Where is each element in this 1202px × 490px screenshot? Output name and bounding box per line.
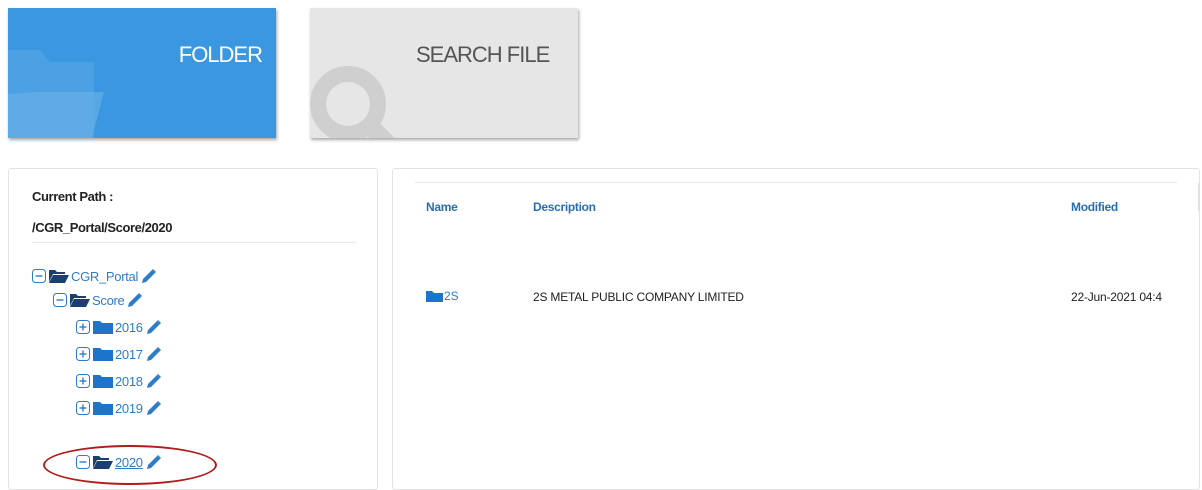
- row-modified: 22-Jun-2021 04:4: [1071, 290, 1162, 304]
- file-list-panel: Name Description Modified 2S 2S METAL PU…: [392, 168, 1200, 490]
- folder-icon: [93, 320, 113, 334]
- tree-node-label[interactable]: 2016: [115, 320, 143, 335]
- tree-node-label[interactable]: 2019: [115, 401, 143, 416]
- pencil-icon[interactable]: [146, 454, 162, 470]
- tree-node-2017: 2017: [76, 343, 162, 365]
- collapse-icon[interactable]: [53, 293, 67, 307]
- pencil-icon[interactable]: [141, 268, 157, 284]
- tree-node-cgr-portal: CGR_Portal: [32, 265, 157, 287]
- search-file-tab-button[interactable]: SEARCH FILE: [310, 8, 578, 138]
- collapse-icon[interactable]: [76, 455, 90, 469]
- path-divider: [32, 242, 355, 243]
- row-name-label: 2S: [444, 289, 459, 303]
- table-top-rule: [415, 182, 1177, 183]
- column-header-modified[interactable]: Modified: [1071, 200, 1118, 214]
- column-divider: [1198, 183, 1199, 211]
- folder-tab-label: FOLDER: [178, 42, 263, 67]
- folder-tab-button[interactable]: FOLDER: [8, 8, 276, 138]
- tree-node-2018: 2018: [76, 370, 162, 392]
- tree-node-2016: 2016: [76, 316, 162, 338]
- expand-icon[interactable]: [76, 374, 90, 388]
- current-path-value: /CGR_Portal/Score/2020: [32, 220, 173, 235]
- column-header-name[interactable]: Name: [426, 200, 458, 214]
- expand-icon[interactable]: [76, 347, 90, 361]
- folder-open-icon: [93, 455, 113, 469]
- tree-node-label[interactable]: CGR_Portal: [71, 269, 138, 284]
- expand-icon[interactable]: [76, 401, 90, 415]
- collapse-icon[interactable]: [32, 269, 46, 283]
- folder-icon: [426, 290, 443, 302]
- row-description: 2S METAL PUBLIC COMPANY LIMITED: [533, 290, 744, 304]
- search-file-tab-label: SEARCH FILE: [416, 42, 550, 67]
- magnifier-watermark-icon: [310, 66, 395, 138]
- pencil-icon[interactable]: [146, 373, 162, 389]
- folder-icon: [93, 401, 113, 415]
- tree-node-2020: 2020: [76, 451, 162, 473]
- pencil-icon[interactable]: [146, 400, 162, 416]
- folder-watermark-icon: [8, 50, 104, 138]
- folder-open-icon: [49, 269, 69, 283]
- pencil-icon[interactable]: [146, 319, 162, 335]
- tree-node-label[interactable]: 2017: [115, 347, 143, 362]
- current-path-label: Current Path :: [32, 189, 114, 204]
- tree-node-label-selected[interactable]: 2020: [115, 455, 143, 470]
- folder-open-icon: [70, 293, 90, 307]
- tree-node-label[interactable]: 2018: [115, 374, 143, 389]
- tree-node-score: Score: [53, 289, 143, 311]
- folder-icon: [93, 374, 113, 388]
- pencil-icon[interactable]: [127, 292, 143, 308]
- column-header-description[interactable]: Description: [533, 200, 596, 214]
- tree-node-label[interactable]: Score: [92, 293, 125, 308]
- folder-icon: [93, 347, 113, 361]
- pencil-icon[interactable]: [146, 346, 162, 362]
- tree-node-2019: 2019: [76, 397, 162, 419]
- expand-icon[interactable]: [76, 320, 90, 334]
- folder-tree-panel: Current Path : /CGR_Portal/Score/2020 CG…: [8, 168, 378, 490]
- table-row-name-link[interactable]: 2S: [426, 289, 459, 303]
